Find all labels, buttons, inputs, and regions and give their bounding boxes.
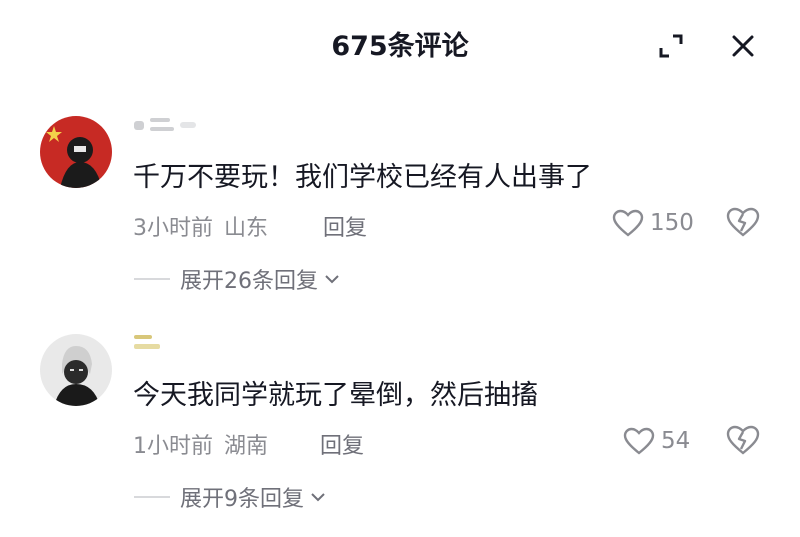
username[interactable]: [132, 332, 172, 352]
reply-button[interactable]: 回复: [320, 428, 364, 460]
expand-replies-button[interactable]: 展开26条回复: [134, 264, 340, 294]
like-count: 54: [661, 428, 691, 454]
like-button[interactable]: 150: [612, 207, 694, 239]
expand-replies-label: 展开26条回复: [180, 269, 318, 294]
comment-meta: 1小时前 湖南: [133, 428, 268, 460]
comment-time: 1小时前: [133, 434, 213, 459]
comments-header: 675条评论: [0, 0, 800, 92]
divider-line: [134, 278, 170, 280]
avatar[interactable]: [40, 334, 112, 406]
close-icon[interactable]: [727, 30, 759, 62]
username[interactable]: [132, 114, 212, 134]
dislike-button[interactable]: [726, 207, 760, 239]
heart-icon: [623, 427, 655, 455]
expand-replies-button[interactable]: 展开9条回复: [134, 482, 326, 512]
like-button[interactable]: 54: [623, 425, 690, 457]
chevron-down-icon: [325, 275, 339, 284]
broken-heart-icon: [726, 425, 760, 455]
comment-text: 今天我同学就玩了晕倒，然后抽搐: [133, 380, 538, 411]
like-count: 150: [650, 210, 694, 236]
comment-meta: 3小时前 山东: [133, 210, 268, 242]
avatar[interactable]: [40, 116, 112, 188]
broken-heart-icon: [726, 207, 760, 237]
heart-icon: [612, 209, 644, 237]
comment-time: 3小时前: [133, 216, 213, 241]
divider-line: [134, 496, 170, 498]
comment-text: 千万不要玩！我们学校已经有人出事了: [133, 162, 592, 193]
expand-replies-label: 展开9条回复: [180, 487, 304, 512]
reply-button[interactable]: 回复: [323, 210, 367, 242]
comment-location: 湖南: [224, 434, 269, 459]
comment-location: 山东: [224, 216, 269, 241]
expand-icon[interactable]: [655, 30, 687, 62]
dislike-button[interactable]: [726, 425, 760, 457]
chevron-down-icon: [311, 493, 325, 502]
